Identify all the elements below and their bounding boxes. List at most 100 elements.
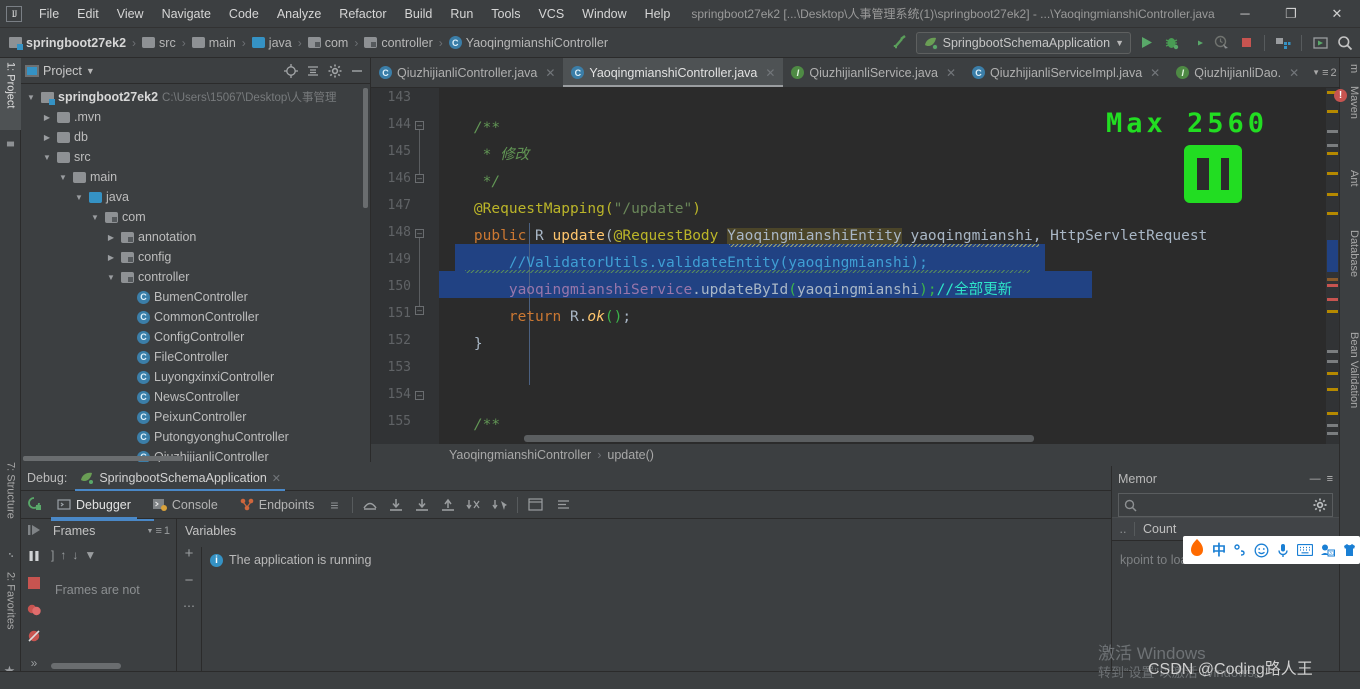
updates-icon[interactable] [1310,33,1330,53]
build-hammer-icon[interactable] [891,33,911,53]
sidebar-item-project[interactable]: 1: Project [0,58,21,130]
stripe-error-marker[interactable] [1327,298,1338,301]
options-icon[interactable]: ≡ [1327,473,1333,485]
sogou-logo-icon[interactable] [1189,538,1205,562]
menu-run[interactable]: Run [441,4,482,24]
stripe-marker[interactable] [1327,310,1338,313]
close-icon[interactable]: ✕ [272,472,281,485]
settings-gear-icon[interactable] [326,62,344,80]
right-tab-ant[interactable]: Ant [1339,166,1360,191]
memory-search-input[interactable] [1118,493,1333,517]
editor-breadcrumb-class[interactable]: YaoqingmianshiController [449,448,591,462]
right-tab-maven[interactable]: Maven [1339,82,1360,123]
stripe-selection-marker[interactable] [1327,240,1338,272]
fold-marker-icon[interactable]: – [415,229,424,238]
evaluate-icon[interactable] [523,498,549,511]
debug-session-tab[interactable]: SpringbootSchemaApplication ✕ [75,466,285,491]
ime-floating-toolbar[interactable]: 中 31 [1183,536,1360,564]
more-icon[interactable]: » [25,654,43,671]
calendar-icon[interactable]: 31 [1320,542,1335,559]
move-down-icon[interactable]: ↓ [72,548,78,562]
resume-icon[interactable] [25,522,43,539]
minimize-icon[interactable]: — [1310,473,1321,485]
close-button[interactable]: ✕ [1314,0,1360,28]
chevron-right-icon[interactable]: ▶ [41,113,53,122]
close-icon[interactable]: ✕ [1150,66,1160,80]
soft-keyboard-icon[interactable] [1297,542,1313,559]
stop-icon[interactable] [1236,33,1256,53]
editor-horizontal-scrollbar[interactable] [524,435,1034,442]
run-to-cursor-icon[interactable] [488,498,512,512]
close-icon[interactable]: ✕ [545,66,555,80]
hide-panel-icon[interactable] [348,62,366,80]
project-vertical-scrollbar[interactable] [363,88,368,208]
menu-edit[interactable]: Edit [68,4,108,24]
project-structure-icon[interactable] [1273,33,1293,53]
stripe-marker[interactable] [1327,278,1338,281]
stop-icon[interactable] [25,575,43,592]
chevron-right-icon[interactable]: ▶ [105,253,117,262]
chevron-down-icon[interactable]: ▼ [25,93,37,102]
tree-node[interactable]: ▶ config [21,247,370,267]
move-up-icon[interactable]: ↑ [60,548,66,562]
stripe-marker[interactable] [1327,388,1338,391]
drop-frame-icon[interactable] [462,498,486,512]
more-icon[interactable]: ⋯ [183,599,195,613]
filter-icon[interactable]: ▼ [84,548,96,562]
view-breakpoints-icon[interactable] [25,601,43,618]
skin-icon[interactable] [1342,542,1357,559]
stripe-marker[interactable] [1327,144,1338,147]
breadcrumb-item-class[interactable]: C YaoqingmianshiController [446,34,611,52]
tree-node[interactable]: C LuyongxinxiController [21,367,370,387]
inspection-error-badge-icon[interactable]: ! [1334,89,1347,102]
stripe-marker[interactable] [1327,432,1338,435]
chevron-down-icon[interactable]: ▼ [86,66,95,76]
chevron-down-icon[interactable]: ▼ [147,528,154,535]
maximize-button[interactable]: ❐ [1268,0,1314,28]
menu-navigate[interactable]: Navigate [153,4,220,24]
menu-code[interactable]: Code [220,4,268,24]
breadcrumb-item-main[interactable]: main [189,34,239,52]
editor-gutter[interactable]: 143 144 145 146 147 148 149 150 151 152 … [371,88,439,444]
close-icon[interactable]: ✕ [1289,66,1299,80]
breadcrumb-item-src[interactable]: src [139,34,179,52]
menu-help[interactable]: Help [636,4,680,24]
tree-node[interactable]: C BumenController [21,287,370,307]
locate-icon[interactable] [282,62,300,80]
tree-node[interactable]: ▼ com [21,207,370,227]
stripe-marker[interactable] [1327,130,1338,133]
frames-horizontal-scrollbar[interactable] [51,663,121,669]
tree-node[interactable]: C ConfigController [21,327,370,347]
menu-window[interactable]: Window [573,4,635,24]
breadcrumb-item-controller[interactable]: controller [361,34,435,52]
add-watch-icon[interactable]: + [185,545,194,562]
editor-tab-qiuzhijianliservice[interactable]: I QiuzhijianliService.java ✕ [783,58,964,87]
tree-node[interactable]: ▶ .mvn [21,107,370,127]
tree-node[interactable]: ▶ db [21,127,370,147]
step-into-icon[interactable] [384,498,408,512]
menu-refactor[interactable]: Refactor [330,4,395,24]
punctuation-icon[interactable] [1233,542,1247,559]
force-step-into-icon[interactable] [410,498,434,512]
close-icon[interactable]: ✕ [946,66,956,80]
menu-analyze[interactable]: Analyze [268,4,330,24]
chevron-down-icon[interactable]: ▼ [73,193,85,202]
tree-node[interactable]: C NewsController [21,387,370,407]
profile-icon[interactable] [1211,33,1231,53]
pause-icon[interactable] [25,548,43,565]
stripe-marker[interactable] [1327,360,1338,363]
project-tree[interactable]: ▼ springboot27ek2 C:\Users\15067\Desktop\人… [21,84,370,462]
chinese-mode-icon[interactable]: 中 [1212,542,1226,559]
menu-tools[interactable]: Tools [482,4,529,24]
tree-node[interactable]: C FileController [21,347,370,367]
mute-breakpoints-icon[interactable] [25,628,43,645]
chevron-down-icon[interactable]: ▼ [57,173,69,182]
stripe-marker[interactable] [1327,372,1338,375]
breadcrumb-item-project[interactable]: springboot27ek2 [6,34,129,52]
collapse-all-icon[interactable] [304,62,322,80]
editor-breadcrumb-method[interactable]: update() [607,448,654,462]
search-everywhere-icon[interactable] [1335,33,1355,53]
column-header-count[interactable]: Count [1134,522,1339,536]
run-configuration-selector[interactable]: SpringbootSchemaApplication ▼ [915,31,1131,54]
stripe-marker[interactable] [1327,152,1338,155]
